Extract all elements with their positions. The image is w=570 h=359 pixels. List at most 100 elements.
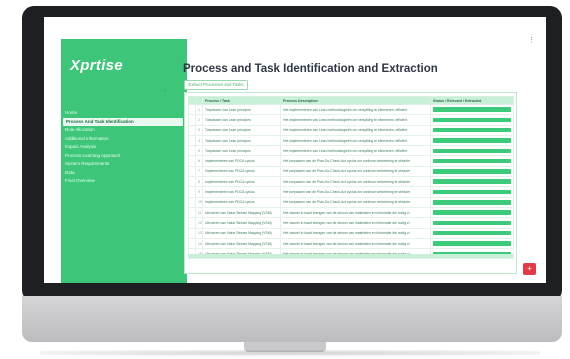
status-cell bbox=[430, 237, 514, 250]
row-select-checkbox[interactable] bbox=[188, 124, 196, 136]
status-cell bbox=[430, 134, 514, 147]
row-select-checkbox[interactable] bbox=[188, 114, 196, 126]
status-cell bbox=[430, 165, 514, 178]
status-bar bbox=[433, 148, 511, 154]
sidebar-item[interactable]: Final Overview bbox=[61, 177, 187, 186]
column-header-status[interactable]: Status / Relevant / Extracted bbox=[430, 96, 514, 105]
task-cell[interactable]: Uitvoeren van Value Stream Mapping (VSM) bbox=[202, 206, 281, 219]
row-number: 11 bbox=[195, 206, 203, 219]
table-row[interactable]: 4 Toepassen van Lean principes Het impleme… bbox=[188, 134, 514, 147]
row-number: 2 bbox=[195, 114, 203, 126]
description-cell[interactable]: Het implementeren van Lean methodologieë… bbox=[280, 134, 431, 147]
status-bar bbox=[433, 179, 511, 184]
description-cell[interactable]: Het toepassen van de Plan-Do-Check-Act c… bbox=[280, 155, 431, 167]
table-row[interactable]: 6 Implementeren van PDCA cyclus Het toepas… bbox=[188, 155, 514, 167]
table-row[interactable]: 13 Uitvoeren van Value Stream Mapping (VS… bbox=[188, 227, 514, 239]
add-button[interactable]: + bbox=[523, 263, 536, 275]
task-cell[interactable]: Implementeren van PDCA cyclus bbox=[202, 165, 281, 178]
description-cell[interactable]: Het visueel in kaart brengen van de stro… bbox=[280, 206, 431, 219]
table-row[interactable]: 12 Uitvoeren van Value Stream Mapping (VS… bbox=[188, 217, 514, 229]
task-cell[interactable]: Toepassen van Lean principes bbox=[202, 145, 281, 157]
table-row[interactable]: 14 Uitvoeren van Value Stream Mapping (VS… bbox=[188, 237, 514, 250]
description-cell[interactable]: Het implementeren van Lean methodologieë… bbox=[280, 145, 431, 157]
row-select-checkbox[interactable] bbox=[188, 165, 196, 178]
row-number: 1 bbox=[195, 103, 203, 116]
row-select-checkbox[interactable] bbox=[188, 103, 196, 116]
status-cell bbox=[430, 155, 514, 167]
app-logo: Xprtise bbox=[70, 57, 123, 74]
task-cell[interactable]: Toepassen van Lean principes bbox=[202, 134, 281, 147]
row-select-checkbox[interactable] bbox=[188, 206, 196, 219]
row-select-checkbox[interactable] bbox=[188, 176, 196, 188]
app-screen: Xprtise Home Process And Task Identificat… bbox=[44, 17, 546, 283]
row-select-checkbox[interactable] bbox=[188, 237, 196, 250]
table-row[interactable]: 2 Toepassen van Lean principes Het impleme… bbox=[188, 114, 514, 126]
description-cell[interactable]: Het visueel in kaart brengen van de stro… bbox=[280, 237, 431, 250]
row-number: 13 bbox=[195, 227, 203, 239]
row-number: 5 bbox=[195, 145, 203, 157]
task-cell[interactable]: Uitvoeren van Value Stream Mapping (VSM) bbox=[202, 217, 281, 229]
sidebar-item[interactable]: Additional Information bbox=[61, 135, 187, 144]
description-cell[interactable]: Het toepassen van de Plan-Do-Check-Act c… bbox=[280, 176, 431, 188]
description-cell[interactable]: Het implementeren van Lean methodologieë… bbox=[280, 124, 431, 136]
task-cell[interactable]: Implementeren van PDCA cyclus bbox=[202, 176, 281, 188]
row-select-checkbox[interactable] bbox=[188, 196, 196, 208]
description-cell[interactable]: Het implementeren van Lean methodologieë… bbox=[280, 114, 431, 126]
sidebar-item[interactable]: Process And Task Identification bbox=[63, 117, 183, 126]
column-header-description[interactable]: Process Description bbox=[280, 96, 431, 105]
table-row[interactable]: 5 Toepassen van Lean principes Het impleme… bbox=[188, 145, 514, 157]
table-row[interactable]: 11 Uitvoeren van Value Stream Mapping (VS… bbox=[188, 206, 514, 219]
sidebar-item[interactable]: Home bbox=[61, 109, 187, 118]
row-select-checkbox[interactable] bbox=[188, 145, 196, 157]
task-cell[interactable]: Toepassen van Lean principes bbox=[202, 103, 281, 116]
table-row[interactable]: 3 Toepassen van Lean principes Het impleme… bbox=[188, 124, 514, 136]
row-select-checkbox[interactable] bbox=[188, 134, 196, 147]
status-cell bbox=[430, 124, 514, 136]
row-number: 10 bbox=[195, 196, 203, 208]
task-cell[interactable]: Implementeren van PDCA cyclus bbox=[202, 186, 281, 198]
table-row[interactable]: 10 Implementeren van PDCA cyclus Het toepa… bbox=[188, 196, 514, 208]
task-cell[interactable]: Toepassen van Lean principes bbox=[202, 124, 281, 136]
menu-kebab-icon[interactable]: ⋮ bbox=[528, 36, 535, 44]
description-cell[interactable]: Het toepassen van de Plan-Do-Check-Act c… bbox=[280, 186, 431, 198]
description-cell[interactable]: Het implementeren van Lean methodologieë… bbox=[280, 103, 431, 116]
status-bar bbox=[433, 117, 511, 123]
sidebar-item[interactable]: Impact Analysis bbox=[61, 143, 187, 152]
status-cell bbox=[430, 196, 514, 208]
status-bar bbox=[433, 158, 511, 164]
plus-icon: + bbox=[527, 264, 532, 273]
description-cell[interactable]: Het visueel in kaart brengen van de stro… bbox=[280, 227, 431, 239]
task-cell[interactable]: Implementeren van PDCA cyclus bbox=[202, 196, 281, 208]
row-select-checkbox[interactable] bbox=[188, 186, 196, 198]
task-cell[interactable]: Implementeren van PDCA cyclus bbox=[202, 155, 281, 167]
sidebar: Xprtise Home Process And Task Identificat… bbox=[61, 39, 187, 283]
sidebar-collapse-icon[interactable]: › bbox=[164, 88, 166, 94]
row-select-checkbox[interactable] bbox=[188, 155, 196, 167]
description-cell[interactable]: Het toepassen van de Plan-Do-Check-Act c… bbox=[280, 196, 431, 208]
row-number: 4 bbox=[195, 134, 203, 147]
status-cell bbox=[430, 145, 514, 157]
row-select-checkbox[interactable] bbox=[188, 217, 196, 229]
sidebar-item[interactable]: Data bbox=[61, 169, 187, 178]
description-cell[interactable]: Het visueel in kaart brengen van de stro… bbox=[280, 217, 431, 229]
sidebar-item[interactable]: Process Learning Approach bbox=[61, 152, 187, 161]
status-cell bbox=[430, 114, 514, 126]
table-row[interactable]: 7 Implementeren van PDCA cyclus Het toepas… bbox=[188, 165, 514, 178]
task-cell[interactable]: Toepassen van Lean principes bbox=[202, 114, 281, 126]
extract-processes-button[interactable]: Extract Processes and Tasks bbox=[184, 80, 248, 90]
row-select-checkbox[interactable] bbox=[188, 227, 196, 239]
column-header-task[interactable]: Process / Task bbox=[202, 96, 281, 105]
table-row[interactable]: 1 Toepassen van Lean principes Het impleme… bbox=[188, 103, 514, 116]
sidebar-item[interactable]: System Requirements bbox=[61, 160, 187, 169]
task-cell[interactable]: Uitvoeren van Value Stream Mapping (VSM) bbox=[202, 237, 281, 250]
status-cell bbox=[430, 206, 514, 219]
row-number: 14 bbox=[195, 237, 203, 250]
table-row[interactable]: 8 Implementeren van PDCA cyclus Het toepas… bbox=[188, 176, 514, 188]
process-table: Process / Task Process Description Statu… bbox=[188, 96, 514, 260]
status-cell bbox=[430, 227, 514, 239]
table-row[interactable]: 9 Implementeren van PDCA cyclus Het toepas… bbox=[188, 186, 514, 198]
status-bar bbox=[433, 210, 511, 215]
description-cell[interactable]: Het toepassen van de Plan-Do-Check-Act c… bbox=[280, 165, 431, 178]
sidebar-item[interactable]: Role Allocation bbox=[61, 126, 187, 135]
task-cell[interactable]: Uitvoeren van Value Stream Mapping (VSM) bbox=[202, 227, 281, 239]
